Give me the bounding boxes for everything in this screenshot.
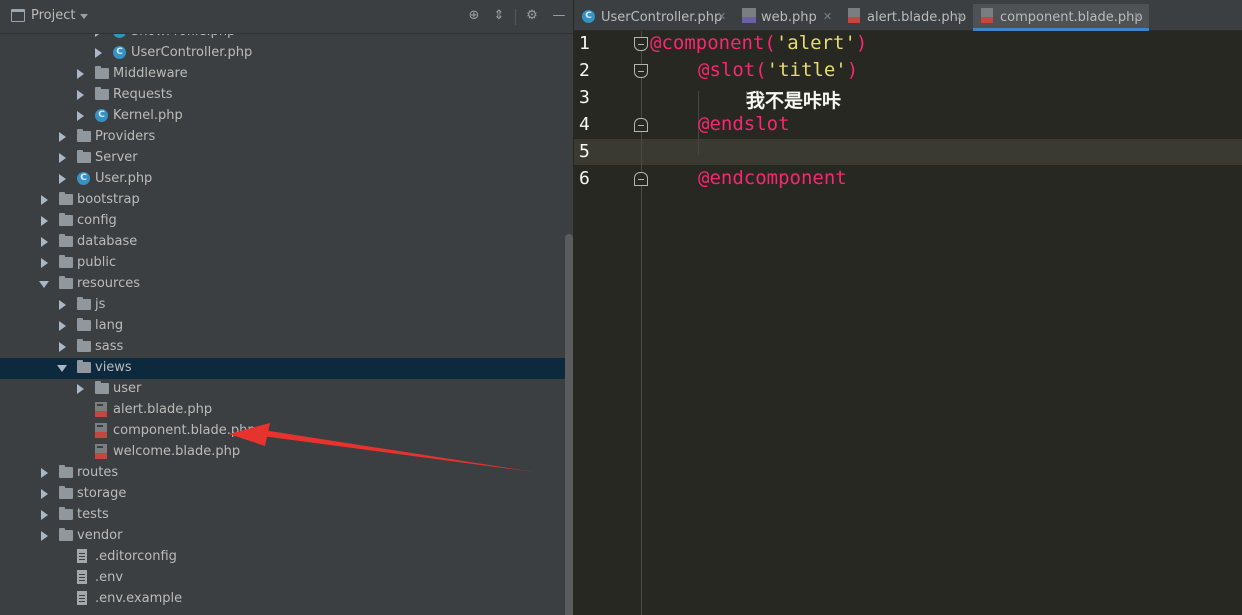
close-icon[interactable]: ✕ (717, 10, 726, 23)
code-editor: C UserController.php ✕ web.php ✕ alert.blade.… (574, 0, 1242, 615)
line-number: 6 (579, 168, 590, 189)
line-number: 4 (579, 114, 590, 135)
blade-directive: @slot( (698, 59, 767, 81)
line-number: 2 (579, 60, 590, 81)
tab-web-php[interactable]: web.php ✕ (734, 4, 839, 31)
blade-directive: @component( (650, 32, 776, 54)
fold-collapse-icon[interactable] (634, 64, 648, 78)
tab-label: UserController.php (601, 10, 723, 25)
project-panel: CShowProfile.phpCUserController.phpMiddl… (0, 0, 573, 615)
text-content: 我不是咔咔 (746, 90, 842, 112)
annotation-arrow (229, 423, 534, 472)
code-line[interactable]: 6 @endcomponent (574, 166, 1242, 193)
code-text: @component('alert') (650, 32, 867, 54)
tab-label: web.php (761, 10, 817, 25)
string-literal: 'title' (766, 59, 847, 81)
tab-UserController-php[interactable]: C UserController.php ✕ (574, 4, 733, 31)
code-line[interactable]: 5 (574, 139, 1242, 166)
code-area[interactable]: 1 @component('alert') 2 @slot('title') 3 我不是咔… (574, 31, 1242, 615)
code-text: @endslot (698, 113, 790, 135)
php-class-icon: C (582, 10, 595, 23)
blade-directive: @endcomponent (698, 167, 847, 189)
close-icon[interactable]: ✕ (1133, 10, 1142, 23)
tab-alert-blade-php[interactable]: alert.blade.php ✕ (840, 4, 972, 31)
tab-label: component.blade.php (1000, 10, 1143, 25)
code-line[interactable]: 3 我不是咔咔 (574, 85, 1242, 112)
php-file-icon (742, 8, 756, 23)
code-text: 我不是咔咔 (746, 86, 841, 113)
blade-directive: ) (846, 59, 859, 81)
blade-directive: @endslot (698, 113, 790, 135)
blade-file-icon (848, 8, 860, 23)
blade-directive: ) (855, 32, 868, 54)
close-icon[interactable]: ✕ (823, 10, 832, 23)
line-number: 5 (579, 141, 590, 162)
annotation-arrow-head (229, 423, 270, 446)
close-icon[interactable]: ✕ (956, 10, 965, 23)
annotation-arrow-shaft (262, 430, 534, 472)
blade-file-icon (981, 8, 993, 23)
fold-end-icon[interactable] (634, 118, 648, 132)
code-line[interactable]: 2 @slot('title') (574, 58, 1242, 85)
code-text: @endcomponent (698, 167, 847, 189)
line-number: 3 (579, 87, 590, 108)
editor-tab-bar: C UserController.php ✕ web.php ✕ alert.blade.… (574, 0, 1242, 31)
tab-label: alert.blade.php (867, 10, 967, 25)
string-literal: 'alert' (775, 32, 856, 54)
code-text: @slot('title') (698, 59, 858, 81)
fold-collapse-icon[interactable] (634, 37, 648, 51)
tab-component-blade-php[interactable]: component.blade.php ✕ (973, 4, 1149, 31)
fold-end-icon[interactable] (634, 172, 648, 186)
code-line[interactable]: 4 @endslot (574, 112, 1242, 139)
code-line[interactable]: 1 @component('alert') (574, 31, 1242, 58)
line-number: 1 (579, 33, 590, 54)
